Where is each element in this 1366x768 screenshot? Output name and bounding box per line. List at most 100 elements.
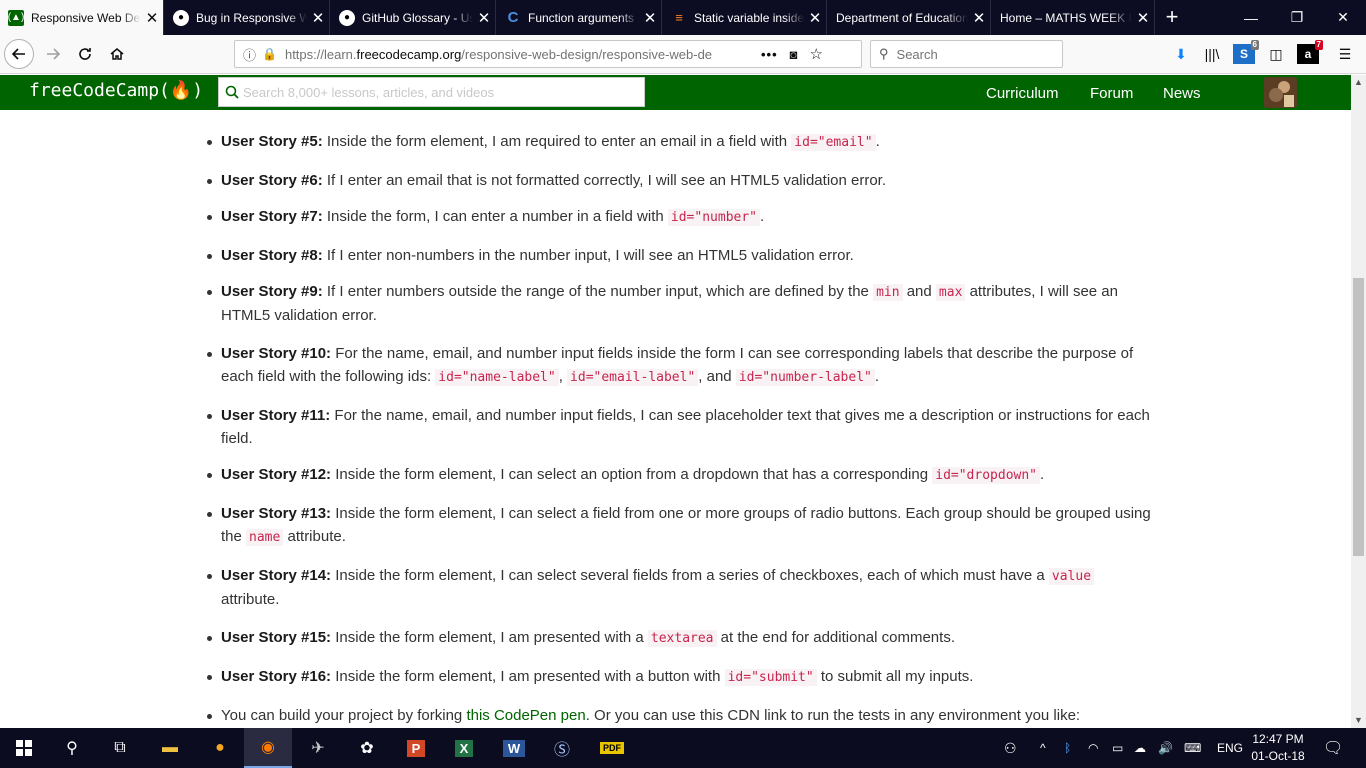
- tab-department-of-education[interactable]: Department of Education ✕: [828, 0, 991, 35]
- user-story-label: User Story #8:: [221, 247, 323, 264]
- user-story-label: User Story #6:: [221, 172, 323, 189]
- inline-code: textarea: [647, 630, 717, 647]
- search-icon: [225, 85, 239, 99]
- user-story-item: User Story #9: If I enter numbers outsid…: [205, 280, 1155, 327]
- show-hidden-icons[interactable]: ^: [1040, 728, 1046, 768]
- user-story-item: User Story #5: Inside the form element, …: [205, 130, 1155, 154]
- inline-code: min: [873, 284, 903, 301]
- tab-title: Static variable inside function: [694, 10, 804, 25]
- user-story-label: User Story #7:: [221, 208, 323, 225]
- forward-button[interactable]: [38, 39, 68, 69]
- nav-link-news[interactable]: News: [1163, 85, 1201, 102]
- wifi-icon[interactable]: ◠: [1088, 728, 1098, 768]
- close-tab-icon[interactable]: ✕: [473, 9, 495, 27]
- tab-static-variable[interactable]: ≡ Static variable inside function ✕: [663, 0, 827, 35]
- fcc-logo[interactable]: freeCodeCamp(🔥): [29, 80, 203, 101]
- tab-maths-week[interactable]: Home – MATHS WEEK IRELAND ✕: [992, 0, 1155, 35]
- reload-icon: [79, 48, 91, 60]
- tab-title: Department of Education: [836, 10, 968, 25]
- clock[interactable]: 12:47 PM 01-Oct-18: [1248, 731, 1308, 765]
- close-tab-icon[interactable]: ✕: [141, 9, 163, 27]
- codepen-link[interactable]: this CodePen pen: [466, 707, 585, 724]
- sync-extension-icon[interactable]: S6: [1233, 40, 1259, 64]
- vertical-scrollbar[interactable]: ▲ ▼: [1351, 75, 1366, 728]
- forward-arrow-icon: [47, 48, 61, 60]
- language-indicator[interactable]: ENG: [1217, 728, 1243, 768]
- notifications-icon[interactable]: 🗨: [1323, 728, 1343, 768]
- close-window-icon[interactable]: ✕: [1320, 0, 1366, 35]
- scroll-down-icon[interactable]: ▼: [1351, 713, 1366, 728]
- user-story-label: User Story #10:: [221, 345, 332, 362]
- close-tab-icon[interactable]: ✕: [804, 9, 826, 27]
- gear-app-icon[interactable]: ✿: [343, 728, 391, 768]
- menu-icon[interactable]: ☰: [1334, 44, 1356, 64]
- user-story-item: User Story #15: Inside the form element,…: [205, 626, 1155, 650]
- back-button[interactable]: [4, 39, 34, 69]
- inline-code: name: [246, 529, 284, 546]
- word-icon[interactable]: W: [490, 728, 538, 768]
- windows-logo-icon: [16, 740, 32, 756]
- user-story-label: User Story #9:: [221, 283, 323, 300]
- home-button[interactable]: [102, 39, 132, 69]
- user-avatar[interactable]: [1264, 77, 1297, 108]
- people-icon[interactable]: ⚇: [1004, 728, 1017, 768]
- tab-bug-in-responsive[interactable]: ● Bug in Responsive Web Design ✕: [165, 0, 330, 35]
- fcc-search-placeholder: Search 8,000+ lessons, articles, and vid…: [243, 84, 495, 100]
- info-icon[interactable]: ⓘ: [243, 45, 256, 64]
- battery-icon[interactable]: ▭: [1112, 728, 1123, 768]
- inline-code: id="dropdown": [932, 467, 1040, 484]
- keyboard-icon[interactable]: ⌨: [1184, 728, 1201, 768]
- restore-icon[interactable]: ❐: [1274, 0, 1320, 35]
- page-actions-icon[interactable]: •••: [761, 47, 778, 62]
- firefox-icon[interactable]: ◉: [244, 728, 292, 768]
- user-story-label: User Story #5:: [221, 133, 323, 150]
- library-icon[interactable]: |||\: [1201, 44, 1223, 64]
- minimize-icon[interactable]: —: [1228, 0, 1274, 35]
- sidebar-icon[interactable]: ◫: [1265, 44, 1287, 64]
- close-tab-icon[interactable]: ✕: [639, 9, 661, 27]
- fcc-search-input[interactable]: Search 8,000+ lessons, articles, and vid…: [218, 77, 645, 107]
- url-bar[interactable]: ⓘ 🔒 https://learn.freecodecamp.org/respo…: [234, 40, 862, 68]
- user-story-item: You can build your project by forking th…: [205, 704, 1155, 727]
- tab-responsive-web-design[interactable]: (▲) Responsive Web Design Projects ✕: [0, 0, 164, 35]
- file-explorer-icon[interactable]: ▬: [146, 728, 194, 768]
- close-tab-icon[interactable]: ✕: [1132, 9, 1154, 27]
- reload-button[interactable]: [70, 39, 100, 69]
- pocket-icon[interactable]: ◙: [790, 47, 798, 62]
- user-story-item: User Story #6: If I enter an email that …: [205, 169, 1155, 192]
- bookmark-star-icon[interactable]: ☆: [809, 45, 822, 63]
- user-story-label: User Story #16:: [221, 668, 332, 685]
- task-view-icon[interactable]: ⧉: [96, 728, 144, 768]
- excel-icon[interactable]: X: [440, 728, 488, 768]
- amazon-extension-icon[interactable]: a7: [1297, 40, 1323, 64]
- scrollbar-thumb[interactable]: [1353, 278, 1364, 556]
- search-taskbar-icon[interactable]: ⚲: [48, 728, 96, 768]
- user-story-label: User Story #15:: [221, 629, 332, 646]
- start-button[interactable]: [0, 728, 48, 768]
- new-tab-button[interactable]: +: [1158, 4, 1186, 32]
- user-story-label: User Story #12:: [221, 466, 332, 483]
- search-bar[interactable]: ⚲ Search: [870, 40, 1063, 68]
- onedrive-icon[interactable]: ☁: [1134, 728, 1146, 768]
- pdf-app-icon[interactable]: PDF: [588, 728, 636, 768]
- close-tab-icon[interactable]: ✕: [307, 9, 329, 27]
- paint-app-icon[interactable]: ●: [196, 728, 244, 768]
- download-icon[interactable]: ⬇: [1170, 44, 1192, 64]
- tab-function-arguments[interactable]: C Function arguments ✕: [497, 0, 662, 35]
- user-story-label: User Story #13:: [221, 505, 332, 522]
- bluetooth-icon[interactable]: ᛒ: [1064, 728, 1071, 768]
- app-icon[interactable]: ✈: [294, 728, 342, 768]
- main-content: User Story #5: Inside the form element, …: [0, 110, 1351, 728]
- powerpoint-icon[interactable]: P: [392, 728, 440, 768]
- user-story-item: User Story #8: If I enter non-numbers in…: [205, 244, 1155, 267]
- sync-app-icon[interactable]: Ⓢ: [538, 728, 586, 768]
- nav-link-forum[interactable]: Forum: [1090, 85, 1133, 102]
- lock-icon: 🔒: [262, 47, 277, 61]
- nav-link-curriculum[interactable]: Curriculum: [986, 85, 1059, 102]
- volume-icon[interactable]: 🔊: [1158, 728, 1173, 768]
- close-tab-icon[interactable]: ✕: [968, 9, 990, 27]
- tab-github-glossary[interactable]: ● GitHub Glossary - User Documentation ✕: [331, 0, 496, 35]
- tab-strip: (▲) Responsive Web Design Projects ✕ ● B…: [0, 0, 1366, 35]
- user-story-item: User Story #14: Inside the form element,…: [205, 564, 1155, 611]
- scroll-up-icon[interactable]: ▲: [1351, 75, 1366, 90]
